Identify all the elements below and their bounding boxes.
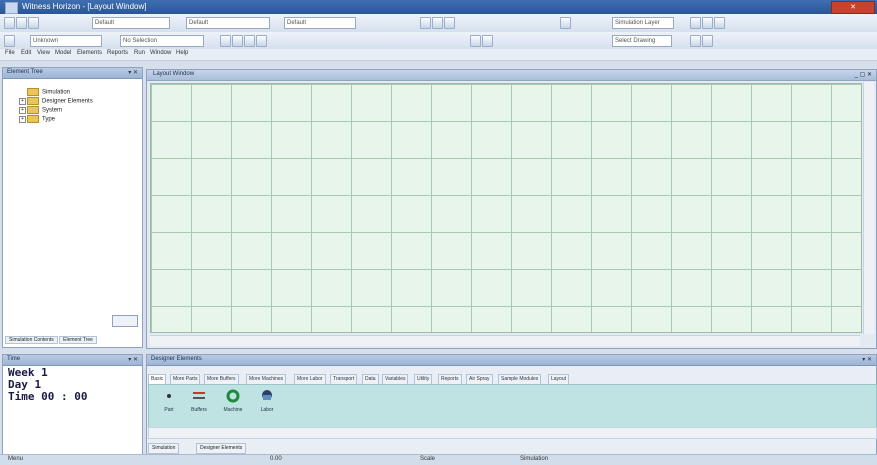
buffer-icon [193, 392, 205, 399]
align-icon[interactable] [420, 17, 431, 29]
status-menu: Menu [8, 456, 24, 462]
layout-window: Layout Window _ ▢ ✕ [146, 69, 877, 349]
window-controls[interactable]: ✕ [831, 1, 875, 14]
menu-file[interactable]: File [5, 50, 15, 56]
tab-simulation[interactable]: Simulation [148, 443, 180, 454]
element-tree-title: Element Tree [7, 69, 43, 75]
run-icon[interactable] [690, 17, 701, 29]
horizontal-scrollbar[interactable] [150, 335, 860, 346]
font-combo[interactable]: Default [186, 17, 270, 29]
element-tree-pane: Element Tree ▾ ✕ Simulation + Designer El… [2, 67, 143, 348]
element-type-combo[interactable]: Unknown [30, 35, 102, 47]
part-element[interactable]: Part [157, 389, 181, 413]
step-icon[interactable] [702, 17, 713, 29]
color-icon[interactable] [432, 17, 443, 29]
tab-element-tree[interactable]: Element Tree [59, 336, 97, 344]
draw-text-icon[interactable] [256, 35, 267, 47]
machine-element[interactable]: Machine [221, 389, 245, 413]
layout-grid-canvas[interactable] [150, 83, 862, 333]
time-pane: Time ▾ ✕ Week 1 Day 1 Time 00 : 00 [2, 354, 143, 456]
tab-designer-elements[interactable]: Designer Elements [196, 443, 247, 454]
designer-pane-title: Designer Elements [151, 356, 202, 362]
tab-simulation-contents[interactable]: Simulation Contents [5, 336, 58, 344]
menu-model[interactable]: Model [55, 50, 71, 56]
element-tree-tabs: Simulation Contents Element Tree [5, 336, 97, 345]
draw-line-icon[interactable] [220, 35, 231, 47]
draw-circle-icon[interactable] [244, 35, 255, 47]
menu-help[interactable]: Help [176, 50, 188, 56]
tree-item-type[interactable]: + Type [19, 115, 55, 123]
folder-icon [27, 88, 39, 96]
pane-controls-icon[interactable]: ▾ ✕ [128, 69, 138, 76]
designer-pane-header: Designer Elements ▾ ✕ [147, 355, 876, 366]
status-scale: Scale [420, 456, 436, 462]
designer-elements-palette: Part Buffers Machine Labor [148, 384, 877, 428]
element-tree-header: Element Tree ▾ ✕ [3, 68, 142, 79]
stop-icon[interactable] [714, 17, 725, 29]
selection-combo[interactable]: No Selection [120, 35, 204, 47]
status-value: 0.00 [270, 456, 282, 462]
folder-icon [27, 106, 39, 114]
save-icon[interactable] [28, 17, 39, 29]
labor-icon [262, 390, 272, 400]
layout-window-header: Layout Window _ ▢ ✕ [147, 70, 876, 81]
tree-item-simulation[interactable]: Simulation [27, 88, 70, 96]
time-readout: Time 00 : 00 [8, 390, 88, 403]
standard-toolbar: Default Default Default Simulation Layer [0, 14, 877, 33]
time-pane-title: Time [7, 356, 21, 362]
zoom-out-icon[interactable] [482, 35, 493, 47]
folder-icon [27, 97, 39, 105]
grid-icon[interactable] [690, 35, 701, 47]
palette-scrollbar[interactable] [148, 427, 877, 439]
drawing-combo[interactable]: Select Drawing [612, 35, 672, 47]
part-icon [167, 394, 171, 398]
element-icon[interactable] [4, 35, 15, 47]
layer-combo[interactable]: Simulation Layer [612, 17, 674, 29]
pane-controls-icon[interactable]: ▾ ✕ [862, 356, 872, 363]
vertical-scrollbar[interactable] [863, 82, 874, 334]
layout-window-controls[interactable]: _ ▢ ✕ [855, 71, 872, 78]
menu-elements[interactable]: Elements [77, 50, 102, 56]
buffers-element[interactable]: Buffers [187, 389, 211, 413]
status-mode: Simulation [520, 456, 549, 462]
designer-tabs: Basic More Parts More Buffers More Machi… [148, 374, 873, 385]
size-combo[interactable]: Default [284, 17, 356, 29]
layout-window-title: Layout Window [153, 71, 195, 77]
draw-rect-icon[interactable] [232, 35, 243, 47]
window-title: Witness Horizon - [Layout Window] [22, 2, 147, 11]
open-icon[interactable] [16, 17, 27, 29]
menu-bar: File Edit View Model Elements Reports Ru… [0, 49, 877, 61]
app-icon [5, 2, 18, 14]
pane-controls-icon[interactable]: ▾ ✕ [128, 356, 138, 363]
menu-view[interactable]: View [37, 50, 50, 56]
drawing-toolbar: Unknown No Selection Select Drawing [0, 32, 877, 50]
bottom-pane-tabs: Simulation Designer Elements [148, 443, 875, 454]
title-bar: Witness Horizon - [Layout Window] ✕ [0, 0, 877, 14]
tree-item-system[interactable]: + System [19, 106, 62, 114]
bold-icon[interactable] [560, 17, 571, 29]
zoom-in-icon[interactable] [470, 35, 481, 47]
machine-icon [226, 389, 240, 403]
menu-edit[interactable]: Edit [21, 50, 31, 56]
labor-element[interactable]: Labor [255, 389, 279, 413]
menu-run[interactable]: Run [134, 50, 145, 56]
tree-item-designer[interactable]: + Designer Elements [19, 97, 93, 105]
folder-icon [27, 115, 39, 123]
new-icon[interactable] [4, 17, 15, 29]
snap-icon[interactable] [702, 35, 713, 47]
status-bar: Menu 0.00 Scale Simulation [0, 454, 877, 465]
fill-icon[interactable] [444, 17, 455, 29]
tree-toggle-icon[interactable] [112, 315, 138, 327]
style-combo[interactable]: Default [92, 17, 170, 29]
time-pane-header: Time ▾ ✕ [3, 355, 142, 366]
menu-reports[interactable]: Reports [107, 50, 128, 56]
menu-window[interactable]: Window [150, 50, 171, 56]
